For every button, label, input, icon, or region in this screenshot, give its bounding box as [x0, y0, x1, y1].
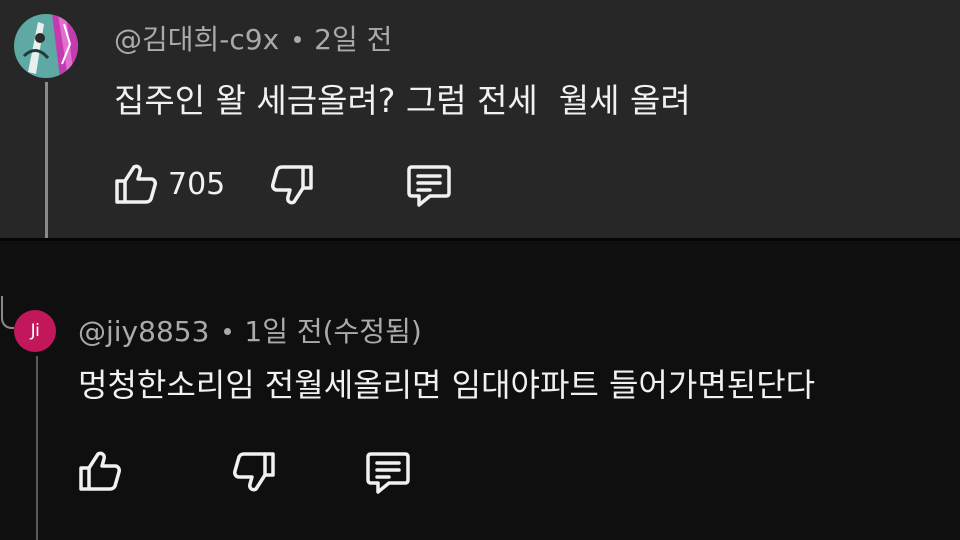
- timestamp[interactable]: 1일 전(수정됨): [244, 315, 421, 348]
- username[interactable]: @jiy8853: [78, 315, 209, 348]
- reply-comment-icon: [407, 165, 451, 207]
- separator-dot: [294, 35, 302, 43]
- like-button[interactable]: [78, 450, 122, 492]
- thumbs-up-icon: [79, 451, 121, 491]
- dislike-button[interactable]: [232, 451, 276, 493]
- like-button[interactable]: 705: [114, 163, 225, 205]
- username[interactable]: @김대희-c9x: [114, 23, 279, 56]
- comment-text: 멍청한소리임 전월세올리면 임대야파트 들어가면된단다: [78, 366, 816, 404]
- separator-dot: [224, 327, 232, 335]
- comment-top: @김대희-c9x 2일 전 집주인 왈 세금올려? 그럼 전세 월세 올려 705: [0, 0, 960, 238]
- like-count: 705: [168, 166, 226, 202]
- thumbs-down-icon: [233, 452, 275, 492]
- avatar-initials: Ji: [30, 321, 40, 341]
- avatar[interactable]: Ji: [14, 310, 56, 352]
- reply-comment-icon: [366, 452, 410, 494]
- dislike-button[interactable]: [270, 164, 314, 206]
- comment-text: 집주인 왈 세금올려? 그럼 전세 월세 올려: [114, 81, 691, 120]
- thread-line: [45, 82, 48, 238]
- thumbs-up-icon: [115, 164, 157, 204]
- thread-line-reply: [36, 356, 38, 540]
- avatar[interactable]: [14, 14, 78, 78]
- reply-button[interactable]: [406, 163, 452, 209]
- timestamp[interactable]: 2일 전: [314, 23, 392, 56]
- reply-button[interactable]: [365, 450, 411, 496]
- comment-meta: @김대희-c9x 2일 전: [114, 18, 392, 58]
- comment-meta: @jiy8853 1일 전(수정됨): [78, 310, 422, 350]
- avatar-image: [14, 14, 78, 78]
- thumbs-down-icon: [271, 165, 313, 205]
